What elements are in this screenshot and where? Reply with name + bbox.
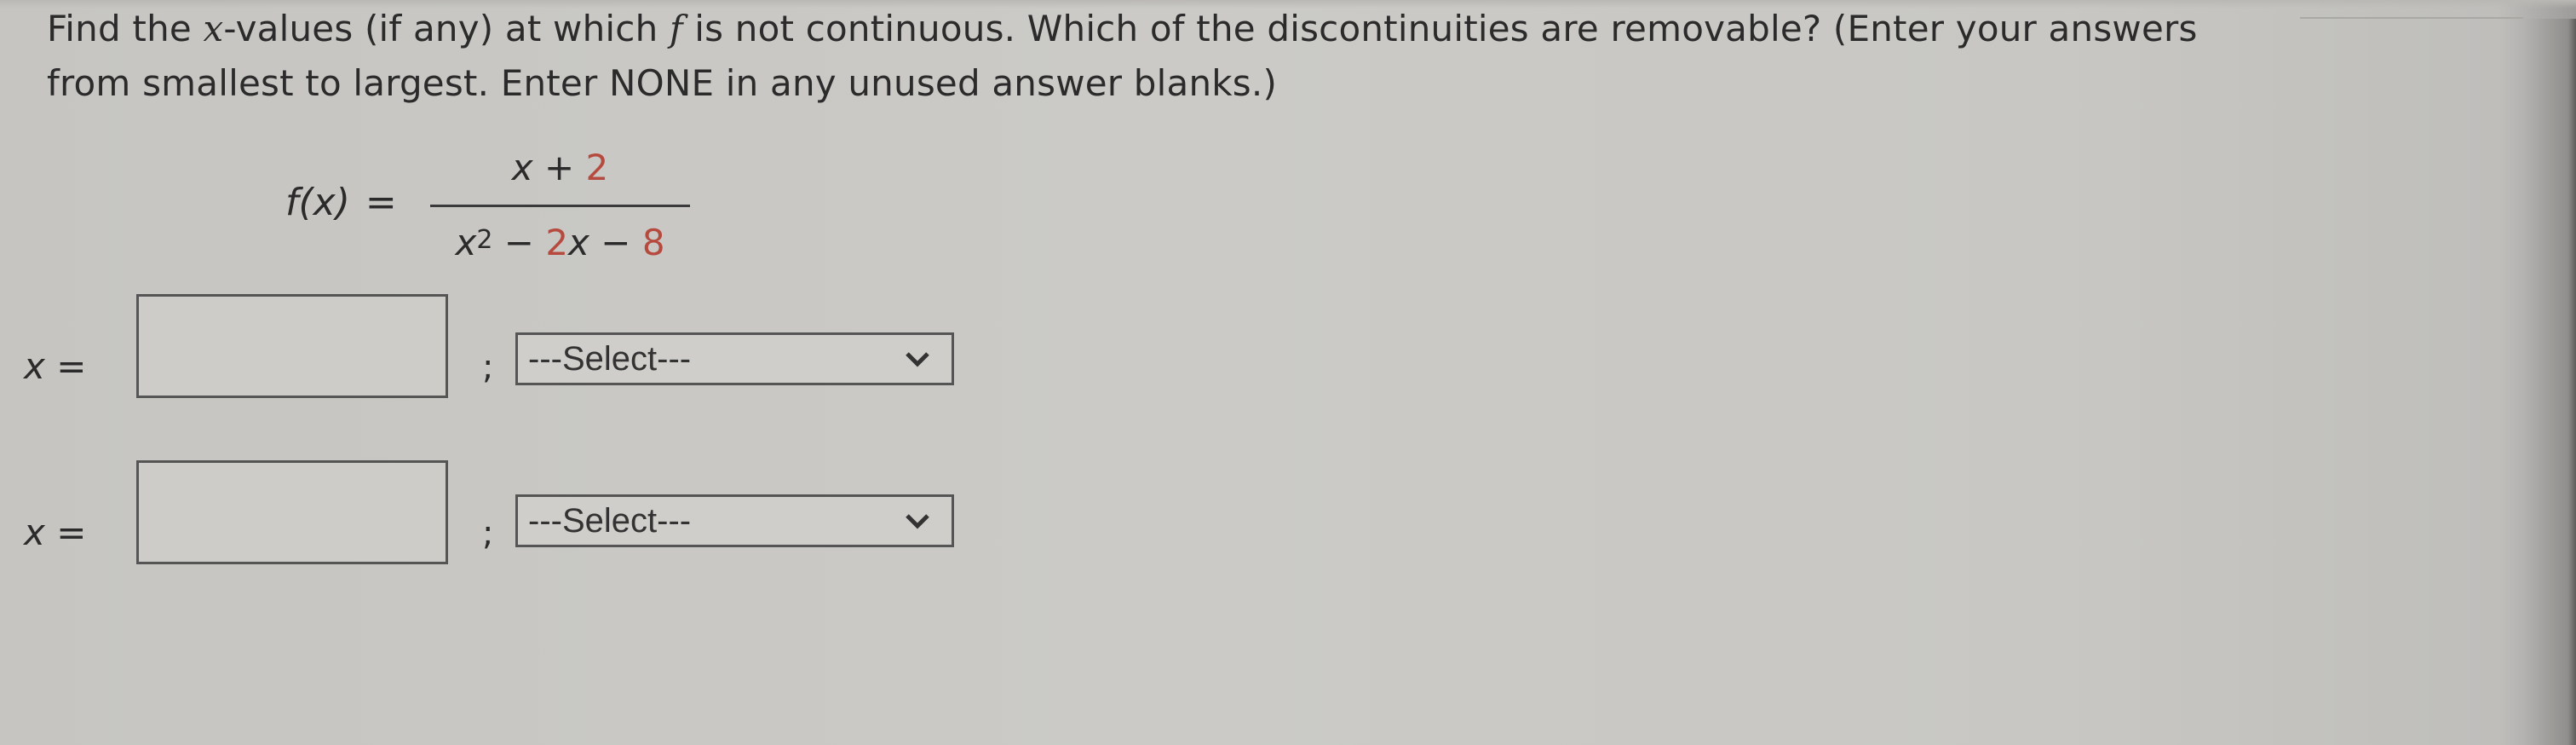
select-value: ---Select--- <box>528 502 692 540</box>
formula-lhs: f(x) = <box>285 181 397 224</box>
removable-select-1[interactable]: ---Select--- <box>515 332 954 385</box>
chevron-down-icon <box>906 514 929 529</box>
x-value-input-2[interactable] <box>136 460 448 564</box>
removable-select-2[interactable]: ---Select--- <box>515 494 954 547</box>
question-text: Find the x-values (if any) at which f is… <box>47 2 2517 111</box>
x-value-input-1[interactable] <box>136 294 448 398</box>
numerator-constant: 2 <box>585 147 609 188</box>
question-line-1: Find the x-values (if any) at which f is… <box>47 2 2517 56</box>
question-text-part: -values (if any) at which <box>223 8 670 49</box>
denominator-exponent: 2 <box>476 225 493 255</box>
function-name: f(x) <box>285 181 350 224</box>
numerator-variable: x <box>511 147 533 188</box>
denominator-operator: − <box>589 222 642 263</box>
equals-sign: = <box>365 181 397 224</box>
question-line-2: from smallest to largest. Enter NONE in … <box>47 62 1278 104</box>
numerator-operator: + <box>532 147 586 188</box>
question-text-part: Find the <box>47 8 204 49</box>
question-variable-x: x <box>203 8 224 49</box>
answer-row-2: x = ; ---Select--- <box>0 456 1022 575</box>
denominator: x2 − 2x − 8 <box>430 222 690 263</box>
separator: ; <box>482 514 494 553</box>
screen-right-bezel <box>2523 19 2576 745</box>
answer-label: x = <box>24 511 87 553</box>
denominator-variable: x <box>455 222 477 263</box>
denominator-operator: − <box>492 222 546 263</box>
answer-row-1: x = ; ---Select--- <box>0 290 1022 409</box>
question-text-part: is not continuous. Which of the disconti… <box>682 8 2198 49</box>
question-variable-f: f <box>669 8 683 49</box>
separator: ; <box>482 348 494 387</box>
select-value: ---Select--- <box>528 340 692 378</box>
denominator-constant: 8 <box>641 222 665 263</box>
numerator: x + 2 <box>430 147 690 188</box>
denominator-coefficient: 2 <box>545 222 569 263</box>
chevron-down-icon <box>906 352 929 367</box>
answer-label: x = <box>24 345 87 387</box>
fraction-bar <box>430 205 690 207</box>
denominator-variable: x <box>568 222 589 263</box>
